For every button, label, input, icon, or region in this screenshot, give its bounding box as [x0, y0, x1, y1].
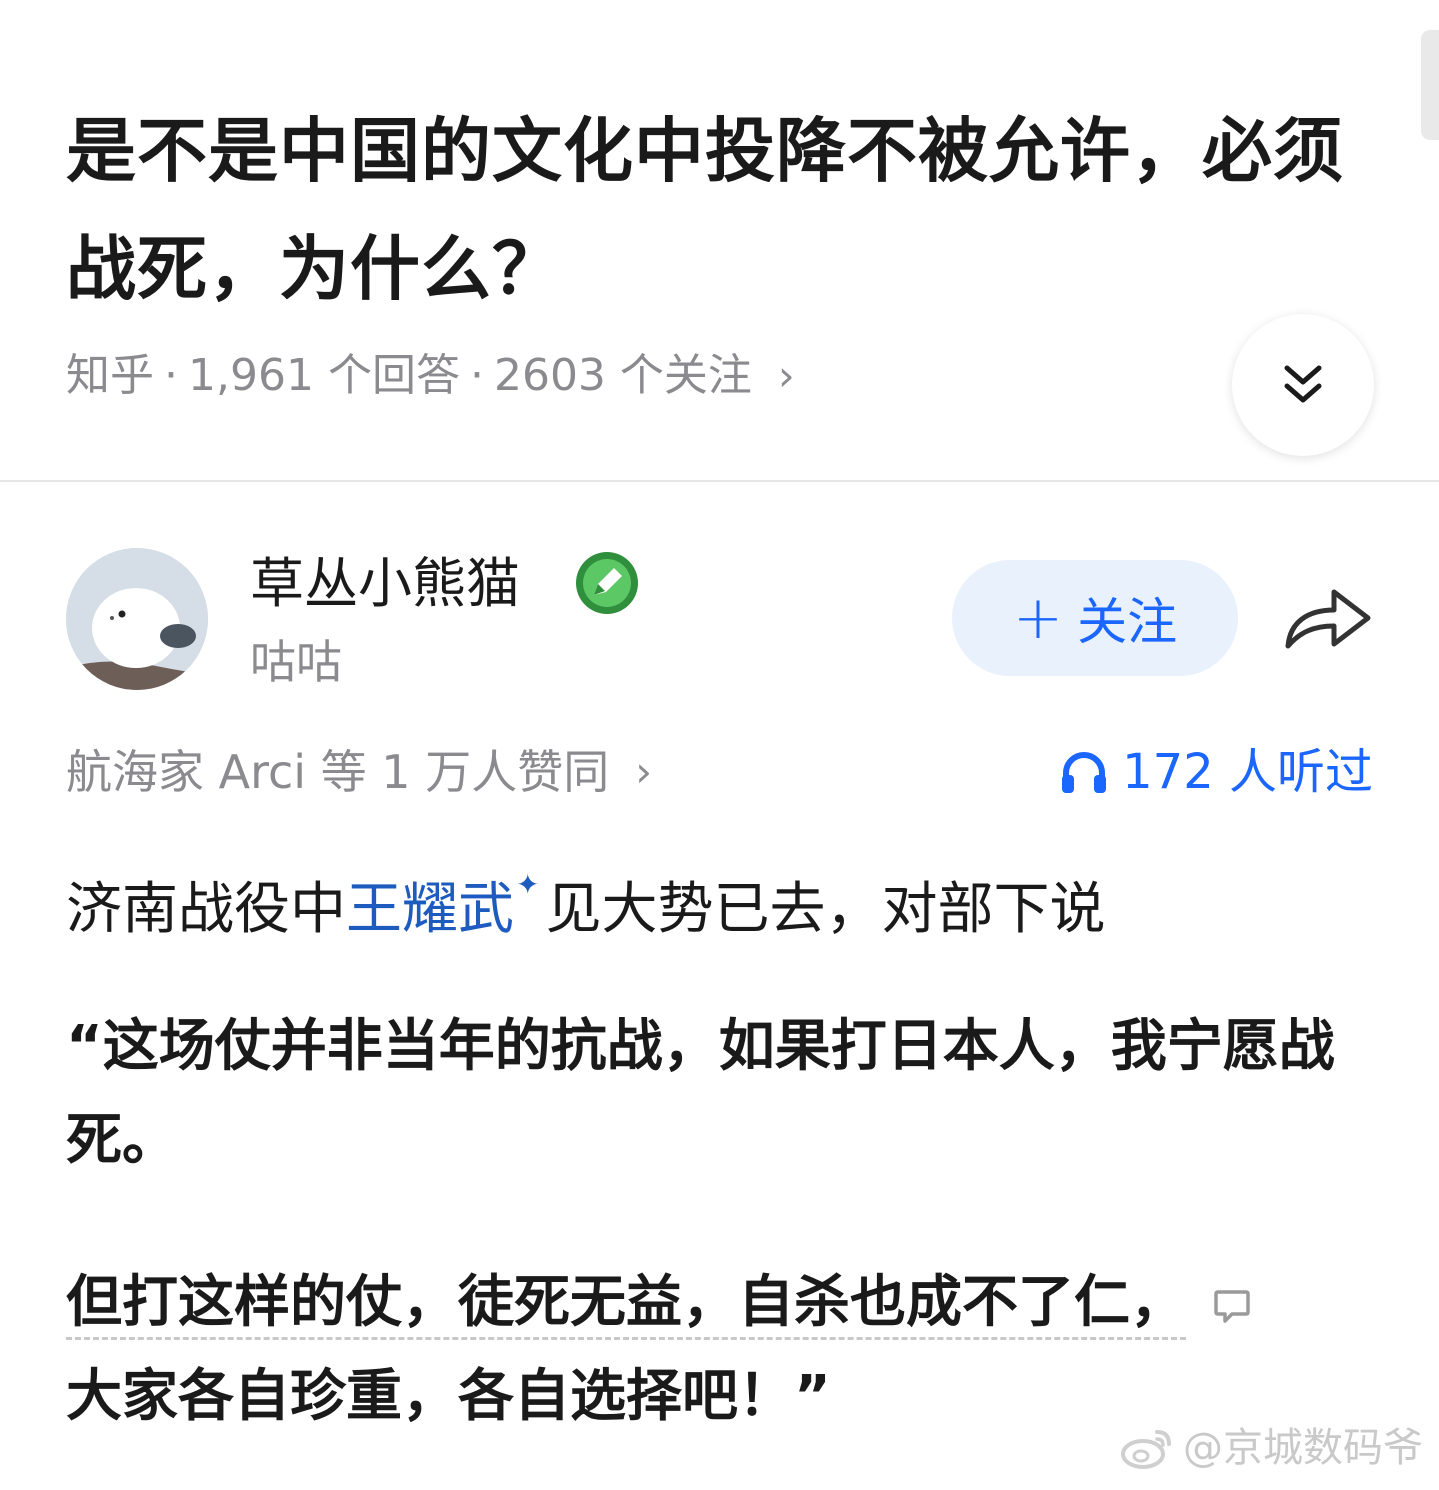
answer-paragraph-1: 济南战役中王耀武✦ 见大势已去，对部下说 [66, 838, 1366, 957]
highlighted-sentence[interactable]: 但打这样的仗，徒死无益，自杀也成不了仁， [66, 1270, 1186, 1340]
follow-label: 关注 [1077, 593, 1178, 651]
question-meta[interactable]: 知乎 · 1,961 个回答 · 2603 个关注 › [66, 344, 795, 408]
weibo-logo-icon [1121, 1430, 1171, 1469]
scrollbar[interactable] [1421, 30, 1439, 140]
answer-count: 1,961 个回答 [188, 350, 460, 401]
entity-link[interactable]: 王耀武 [346, 877, 514, 942]
p1-before: 济南战役中 [66, 877, 346, 942]
follow-button[interactable]: + 关注 [952, 560, 1238, 676]
chevron-right-icon: › [635, 747, 652, 796]
meta-separator: · [164, 350, 178, 401]
watermark-text: @京城数码爷 [1183, 1425, 1423, 1471]
divider [0, 480, 1439, 482]
p1-after: 见大势已去，对部下说 [545, 877, 1106, 942]
answer-paragraph-2: “这场仗并非当年的抗战，如果打日本人，我宁愿战死。 [66, 1014, 1335, 1173]
source-label: 知乎 [66, 350, 154, 401]
author-bio: 咕咕 [250, 635, 342, 689]
watermark: @京城数码爷 [1119, 1420, 1423, 1476]
chevron-right-icon: › [777, 351, 795, 400]
author-name[interactable]: 草丛小熊猫 [250, 548, 520, 620]
avatar[interactable] [66, 548, 208, 690]
meta-separator: · [469, 350, 484, 401]
listen-count[interactable]: 172 人听过 [1060, 740, 1373, 804]
headphones-icon [1062, 752, 1107, 793]
share-arrow-icon[interactable] [1282, 582, 1374, 654]
pen-badge-icon [576, 552, 638, 614]
likes-text: 航海家 Arci 等 1 万人赞同 [66, 745, 610, 799]
avatar-bird-image [66, 548, 208, 690]
comment-bubble-icon[interactable] [1212, 1286, 1252, 1326]
likes-summary[interactable]: 航海家 Arci 等 1 万人赞同 › [66, 740, 652, 804]
expand-button[interactable] [1232, 314, 1374, 456]
question-title[interactable]: 是不是中国的文化中投降不被允许，必须战死，为什么？ [66, 92, 1376, 328]
listen-text: 172 人听过 [1122, 744, 1373, 800]
double-chevron-down-icon [1284, 365, 1322, 403]
follower-count: 2603 个关注 [493, 350, 752, 401]
sparkle-icon: ✦ [516, 868, 540, 901]
p3-rest: 大家各自珍重，各自选择吧！” [66, 1364, 831, 1429]
answer-paragraph-3: 但打这样的仗，徒死无益，自杀也成不了仁， 大家各自珍重，各自选择吧！” [66, 1256, 1366, 1444]
plus-icon: + [1012, 583, 1064, 653]
